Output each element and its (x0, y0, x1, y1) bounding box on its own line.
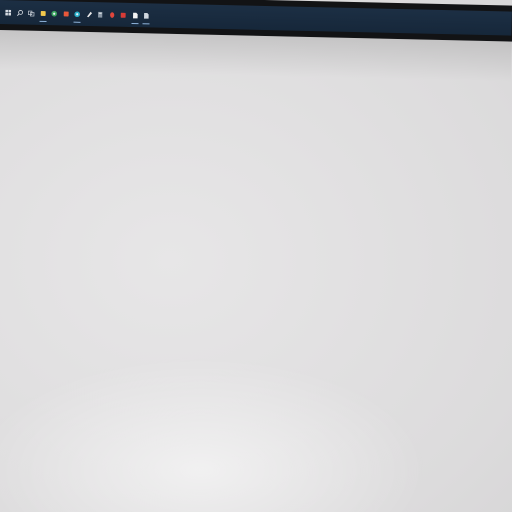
office-icon (63, 11, 69, 16)
taskbar-button-chrome[interactable] (48, 3, 59, 23)
task-view-icon (28, 10, 35, 16)
notepad-icon (144, 12, 149, 19)
paint-icon (86, 11, 92, 17)
running-indicator (73, 21, 81, 23)
taskbar-button-task-view[interactable] (25, 3, 36, 23)
file-explorer-icon (40, 10, 46, 16)
pdf-reader-icon (120, 12, 126, 18)
taskbar-button-calculator[interactable] (94, 4, 105, 24)
running-indicator (39, 20, 47, 23)
chrome-icon (51, 10, 58, 17)
taskbar-button-file-explorer[interactable] (37, 3, 48, 23)
taskbar-button-notepad[interactable] (140, 5, 151, 25)
taskbar-button-search[interactable] (14, 2, 25, 22)
document-icon (132, 12, 138, 18)
running-indicator (142, 23, 150, 25)
edge-icon (74, 10, 81, 17)
taskbar-button-paint[interactable] (83, 4, 94, 24)
windows-start-icon (5, 9, 12, 16)
taskbar-button-document[interactable] (129, 5, 140, 25)
taskbar-button-pdf-reader[interactable] (117, 5, 128, 25)
calculator-icon (98, 11, 103, 18)
taskbar-button-red-app[interactable] (106, 4, 117, 24)
search-icon (16, 9, 23, 16)
taskbar-button-office[interactable] (60, 3, 71, 23)
running-indicator (130, 22, 139, 25)
taskbar-button-edge[interactable] (71, 4, 82, 24)
taskbar-button-windows-start[interactable] (3, 2, 14, 22)
red-app-icon (109, 11, 114, 18)
